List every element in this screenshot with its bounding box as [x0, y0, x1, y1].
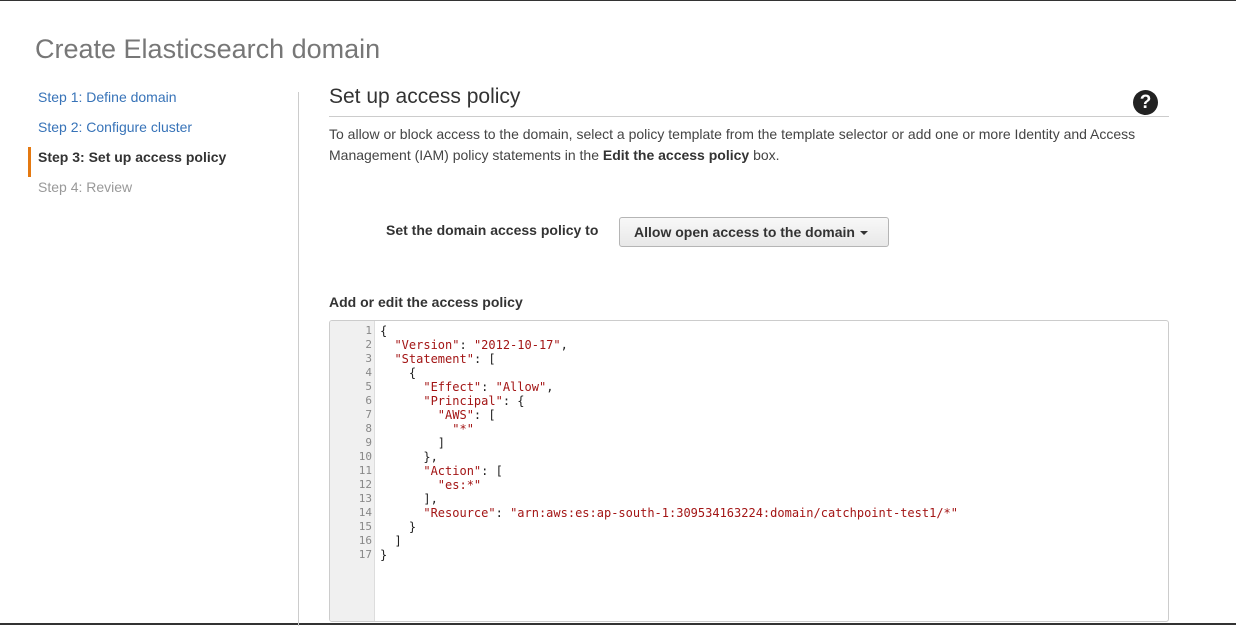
question-circle-icon[interactable]: ?	[1133, 90, 1158, 115]
code-line: 4 {	[330, 366, 1168, 380]
steps-nav: Step 1: Define domain Step 2: Configure …	[28, 87, 288, 207]
section-title: Set up access policy	[329, 85, 521, 108]
code-text: "Resource": "arn:aws:es:ap-south-1:30953…	[423, 506, 958, 520]
dropdown-value: Allow open access to the domain	[634, 224, 855, 240]
code-line: 9 ]	[330, 436, 1168, 450]
page-title: Create Elasticsearch domain	[35, 34, 381, 64]
code-text: "Statement": [	[394, 352, 496, 366]
step-configure-cluster[interactable]: Step 2: Configure cluster	[28, 117, 288, 147]
line-number: 14	[358, 506, 372, 519]
step-access-policy: Step 3: Set up access policy	[28, 147, 288, 177]
step-define-domain[interactable]: Step 1: Define domain	[28, 87, 288, 117]
title-divider	[329, 116, 1169, 117]
line-number: 17	[358, 548, 372, 561]
code-text: ]	[380, 436, 446, 450]
code-text: {	[380, 324, 388, 338]
line-number: 1	[365, 324, 372, 337]
line-number: 13	[358, 492, 372, 505]
code-line: 12 "es:*"	[330, 478, 1168, 492]
line-number: 6	[365, 394, 372, 407]
code-line: 14 "Resource": "arn:aws:es:ap-south-1:30…	[330, 506, 1168, 520]
code-line: 1{	[330, 324, 1168, 338]
code-line: 15 }	[330, 520, 1168, 534]
vertical-divider	[298, 92, 299, 626]
line-number: 2	[365, 338, 372, 351]
code-line: 7 "AWS": [	[330, 408, 1168, 422]
code-line: 6 "Principal": {	[330, 394, 1168, 408]
code-lines: 1{2 "Version": "2012-10-17", 3 "Statement…	[330, 324, 1168, 562]
code-line: 2 "Version": "2012-10-17",	[330, 338, 1168, 352]
code-text: "es:*"	[437, 478, 482, 492]
line-number: 10	[358, 450, 372, 463]
policy-template-dropdown[interactable]: Allow open access to the domain	[619, 217, 889, 247]
editor-label: Add or edit the access policy	[329, 294, 523, 310]
description-part2: box.	[749, 147, 780, 163]
line-number: 3	[365, 352, 372, 365]
line-number: 9	[365, 436, 372, 449]
code-line: 17}	[330, 548, 1168, 562]
code-line: 11 "Action": [	[330, 464, 1168, 478]
code-text: {	[380, 366, 417, 380]
code-text: },	[380, 450, 438, 464]
step-review: Step 4: Review	[38, 179, 133, 195]
code-text: "Effect": "Allow",	[423, 380, 554, 394]
line-number: 11	[358, 464, 372, 477]
line-number: 5	[365, 380, 372, 393]
code-text: "*"	[452, 422, 474, 436]
description-text: To allow or block access to the domain, …	[329, 124, 1179, 166]
code-line: 5 "Effect": "Allow",	[330, 380, 1168, 394]
line-number: 15	[358, 520, 372, 533]
line-number: 8	[365, 422, 372, 435]
line-number: 12	[358, 478, 372, 491]
line-number: 7	[365, 408, 372, 421]
policy-selector-label: Set the domain access policy to	[386, 222, 599, 238]
code-text: ]	[380, 534, 402, 548]
policy-code-editor[interactable]: 1{2 "Version": "2012-10-17", 3 "Statement…	[329, 320, 1169, 622]
code-line: 13 ],	[330, 492, 1168, 506]
line-number: 4	[365, 366, 372, 379]
code-line: 3 "Statement": [	[330, 352, 1168, 366]
code-text: ],	[380, 492, 438, 506]
code-text: }	[380, 548, 388, 562]
line-number: 16	[358, 534, 372, 547]
code-line: 8 "*"	[330, 422, 1168, 436]
description-bold: Edit the access policy	[602, 147, 750, 163]
code-text: "Version": "2012-10-17",	[394, 338, 568, 352]
code-line: 10 },	[330, 450, 1168, 464]
code-text: "Principal": {	[423, 394, 525, 408]
caret-down-icon	[859, 231, 868, 236]
code-text: "AWS": [	[437, 408, 496, 422]
code-text: "Action": [	[423, 464, 503, 478]
code-text: }	[380, 520, 417, 534]
code-line: 16 ]	[330, 534, 1168, 548]
